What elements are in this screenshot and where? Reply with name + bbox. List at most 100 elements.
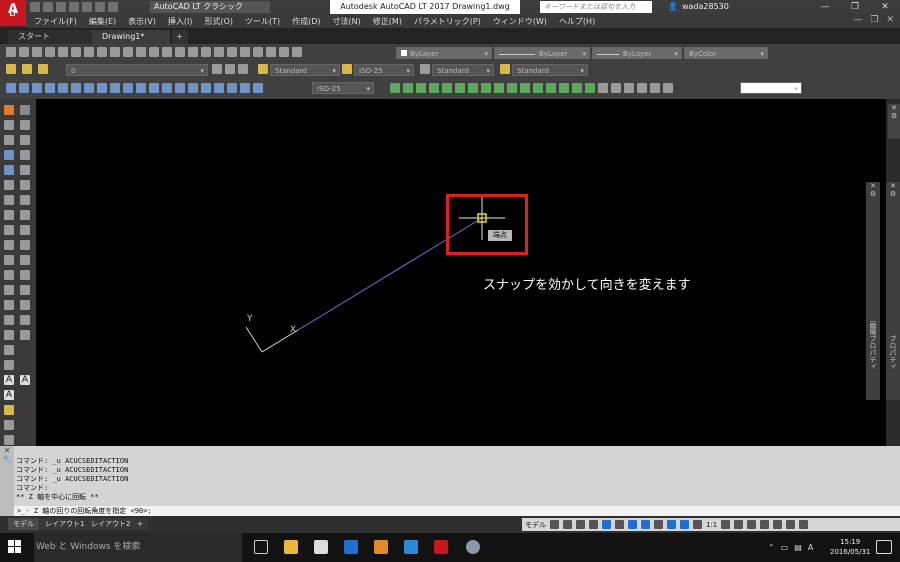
- notification-icon[interactable]: [876, 540, 892, 554]
- layer-manager-icon[interactable]: [6, 64, 16, 74]
- edge-icon[interactable]: [344, 540, 358, 554]
- publish-icon[interactable]: [71, 47, 81, 57]
- match-icon[interactable]: [4, 405, 14, 415]
- snap-perpendicular-icon[interactable]: [520, 83, 530, 93]
- taskbar-search[interactable]: Web と Windows を検索: [34, 533, 242, 562]
- qdim-icon[interactable]: [110, 83, 120, 93]
- table-insert-icon[interactable]: [4, 360, 14, 370]
- text-style-select[interactable]: Standard ▾: [270, 64, 340, 76]
- lineweight-toggle-icon[interactable]: [654, 520, 663, 529]
- zoom-window-icon[interactable]: [188, 47, 198, 57]
- text-icon[interactable]: A: [20, 375, 30, 385]
- snap-midpoint-icon[interactable]: [429, 83, 439, 93]
- minimize-button[interactable]: —: [810, 0, 840, 14]
- move-icon[interactable]: [20, 180, 30, 190]
- file-explorer-icon[interactable]: [284, 540, 298, 554]
- fillet-icon[interactable]: [20, 315, 30, 325]
- named-views-icon[interactable]: [637, 83, 647, 93]
- table-icon[interactable]: [663, 83, 673, 93]
- mtext-icon[interactable]: A: [4, 375, 14, 385]
- app-taskbar-icon[interactable]: [466, 540, 480, 554]
- menu-format[interactable]: 形式(O): [204, 16, 233, 27]
- redo-tb-icon[interactable]: [149, 47, 159, 57]
- message-icon[interactable]: ▤: [794, 543, 802, 552]
- snap-none-icon[interactable]: [585, 83, 595, 93]
- polygon-icon[interactable]: [4, 150, 14, 160]
- mleader-style-select[interactable]: Standard ▾: [512, 64, 588, 76]
- dim-text-edit-icon[interactable]: [240, 83, 250, 93]
- stretch-icon[interactable]: [20, 225, 30, 235]
- wrench-icon[interactable]: 🔧: [0, 455, 14, 464]
- redo-icon[interactable]: [108, 2, 118, 12]
- center-mark-icon[interactable]: [188, 83, 198, 93]
- help-icon[interactable]: [292, 47, 302, 57]
- dim-style-select[interactable]: ISO-25 ▾: [354, 64, 414, 76]
- layer-select[interactable]: 0 ▾: [66, 64, 208, 76]
- workspace-select[interactable]: AutoCAD LT クラシック: [150, 1, 270, 13]
- extend-icon[interactable]: [20, 255, 30, 265]
- snap-nearest-icon[interactable]: [572, 83, 582, 93]
- system-clock[interactable]: 15:19 2016/05/31: [830, 537, 870, 557]
- dim-update-icon[interactable]: [253, 83, 263, 93]
- menu-tools[interactable]: ツール(T): [245, 16, 280, 27]
- jogged-linear-icon[interactable]: [214, 83, 224, 93]
- hardware-accel-icon[interactable]: [773, 520, 783, 529]
- undo-icon[interactable]: [95, 2, 105, 12]
- layer-state-icon[interactable]: [238, 64, 248, 74]
- revcloud-icon[interactable]: [4, 210, 14, 220]
- annotation-monitor-icon[interactable]: [734, 520, 744, 529]
- dim-jogged-icon[interactable]: [71, 83, 81, 93]
- close-icon[interactable]: ✕: [886, 182, 900, 190]
- command-input[interactable]: >_- Z 軸の回りの回転角度を指定 <90>:: [14, 506, 900, 516]
- snap-quadrant-icon[interactable]: [494, 83, 504, 93]
- menu-file[interactable]: ファイル(F): [34, 16, 77, 27]
- new-icon[interactable]: [30, 2, 40, 12]
- customize-menu-icon[interactable]: [799, 520, 809, 529]
- osnap-settings-icon[interactable]: [598, 83, 608, 93]
- snap-tangent-icon[interactable]: [507, 83, 517, 93]
- dim-space-icon[interactable]: [149, 83, 159, 93]
- insert-block-icon[interactable]: [4, 270, 14, 280]
- gear-icon[interactable]: ⚙: [866, 190, 880, 198]
- infer-constraints-icon[interactable]: [576, 520, 585, 529]
- media-player-icon[interactable]: [374, 540, 388, 554]
- blank-select[interactable]: ▾: [740, 82, 802, 94]
- dim-aligned-icon[interactable]: [19, 83, 29, 93]
- workspace-switch-icon[interactable]: [721, 520, 731, 529]
- sheetset-icon[interactable]: [253, 47, 263, 57]
- markup-icon[interactable]: [266, 47, 276, 57]
- zoom-realtime-icon[interactable]: [175, 47, 185, 57]
- user-signin[interactable]: 👤 wada28530: [668, 0, 729, 14]
- dim-edit-icon[interactable]: [227, 83, 237, 93]
- designcenter-icon[interactable]: [227, 47, 237, 57]
- layer-properties-palette[interactable]: ✕ ⚙ 画層プロパティ: [866, 182, 880, 400]
- find-icon[interactable]: [4, 420, 14, 430]
- break-icon[interactable]: [20, 270, 30, 280]
- close-icon[interactable]: ✕: [0, 446, 14, 455]
- gradient-icon[interactable]: [4, 330, 14, 340]
- cut-icon[interactable]: [84, 47, 94, 57]
- store-icon[interactable]: [314, 540, 328, 554]
- matchprop-icon[interactable]: [123, 47, 133, 57]
- copy-icon[interactable]: [97, 47, 107, 57]
- zoom-previous-icon[interactable]: [201, 47, 211, 57]
- offset-icon[interactable]: [20, 150, 30, 160]
- close-icon[interactable]: ✕: [866, 182, 880, 190]
- join-icon[interactable]: [20, 285, 30, 295]
- text-style-icon[interactable]: [258, 64, 268, 74]
- mleader-style-icon[interactable]: [500, 64, 510, 74]
- close-button[interactable]: ✕: [870, 0, 900, 14]
- lineweight-select[interactable]: ByLayer ▾: [592, 47, 682, 59]
- gear-icon[interactable]: ⚙: [888, 112, 900, 120]
- dim-break-icon[interactable]: [162, 83, 172, 93]
- snap-extension-icon[interactable]: [468, 83, 478, 93]
- app-menu-button[interactable]: A LT: [0, 0, 26, 26]
- windows-start-button[interactable]: [8, 540, 22, 554]
- task-view-icon[interactable]: [254, 540, 268, 554]
- table-style-select[interactable]: Standard ▾: [432, 64, 494, 76]
- add-icon[interactable]: [747, 520, 757, 529]
- color-select[interactable]: ByLayer ▾: [396, 47, 492, 59]
- print-icon[interactable]: [82, 2, 92, 12]
- menu-draw[interactable]: 作成(D): [292, 16, 320, 27]
- save-icon[interactable]: [56, 2, 66, 12]
